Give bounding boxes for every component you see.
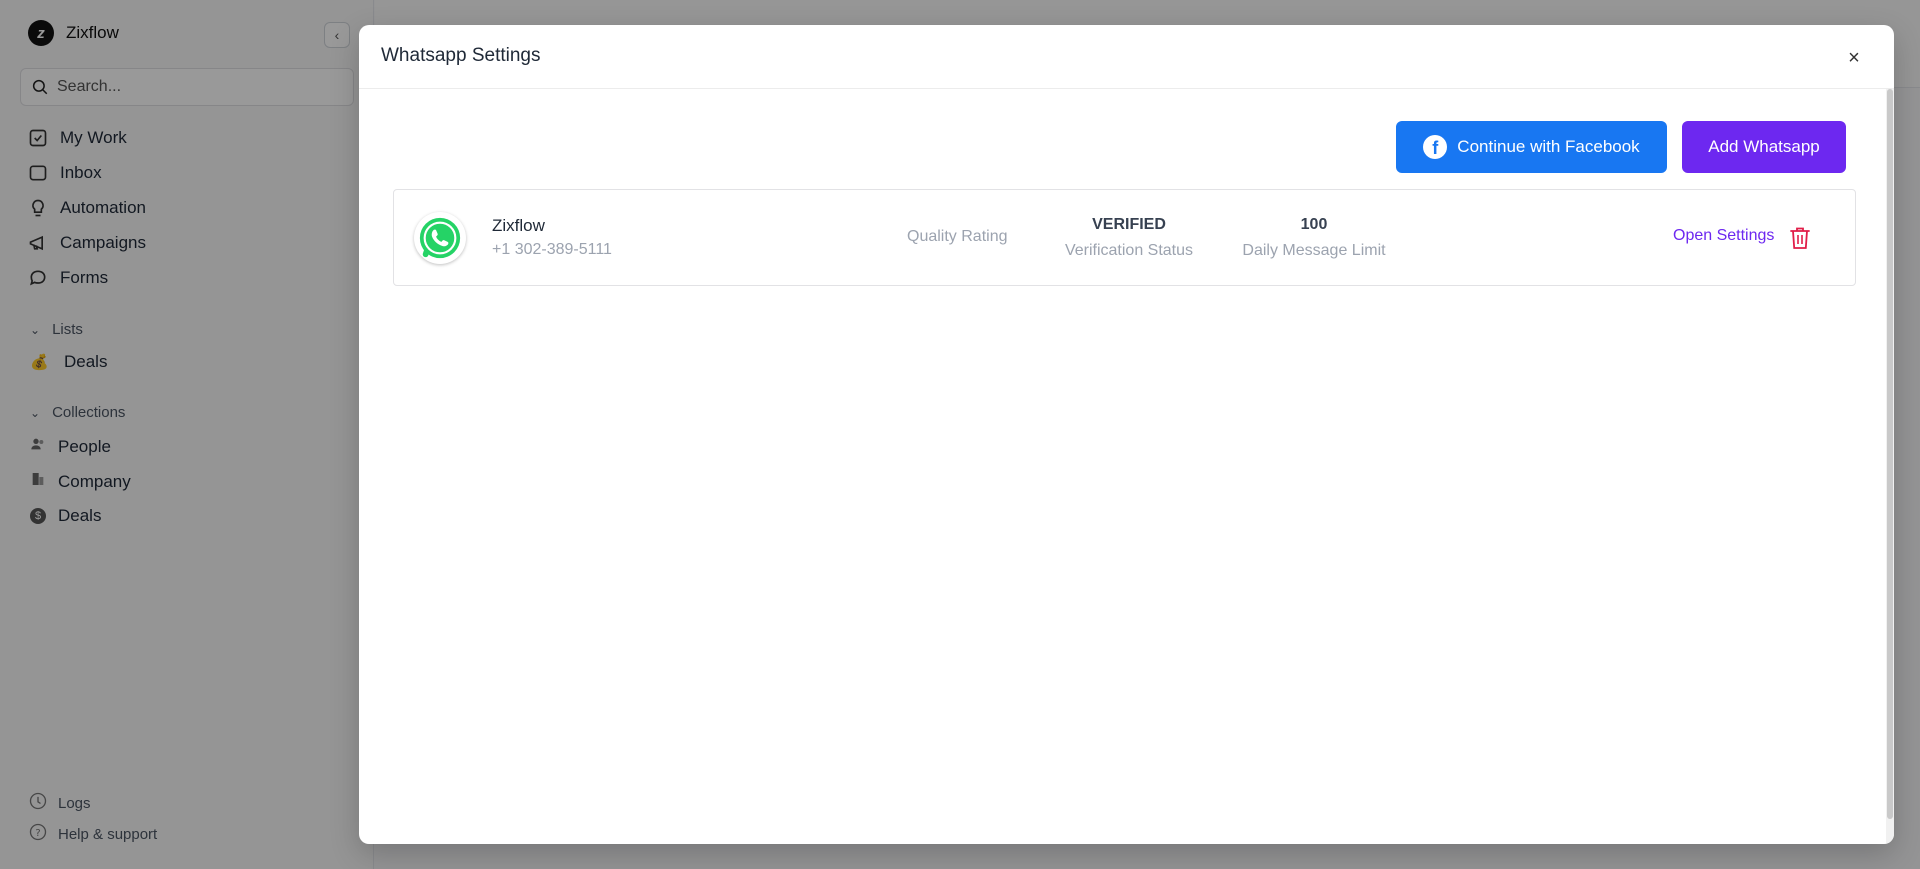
verification-label: Verification Status [1064,242,1194,259]
whatsapp-account-card: Zixflow +1 302-389-5111 Quality Rating V… [393,189,1856,286]
open-settings-link[interactable]: Open Settings [1673,227,1774,245]
verification-value: VERIFIED [1092,216,1166,233]
daily-message-limit: 100 Daily Message Limit [1229,216,1399,260]
limit-value: 100 [1300,216,1328,233]
account-phone: +1 302-389-5111 [492,241,612,258]
button-label: Continue with Facebook [1457,137,1640,156]
add-whatsapp-button[interactable]: Add Whatsapp [1682,121,1846,173]
limit-label: Daily Message Limit [1242,242,1386,259]
delete-icon[interactable] [1788,225,1812,251]
scrollbar-thumb[interactable] [1887,89,1893,819]
modal-header: Whatsapp Settings × [359,25,1894,89]
close-icon[interactable]: × [1844,48,1864,69]
verification-status: VERIFIED Verification Status [1054,216,1204,260]
facebook-icon: f [1423,135,1448,159]
continue-with-facebook-button[interactable]: f Continue with Facebook [1396,121,1667,173]
account-name: Zixflow [492,216,545,235]
quality-rating-label: Quality Rating [907,228,1008,245]
modal-scrollbar[interactable] [1886,89,1894,844]
whatsapp-icon [414,212,466,264]
modal-title: Whatsapp Settings [381,45,541,66]
whatsapp-settings-modal: Whatsapp Settings × f Continue with Face… [359,25,1894,844]
